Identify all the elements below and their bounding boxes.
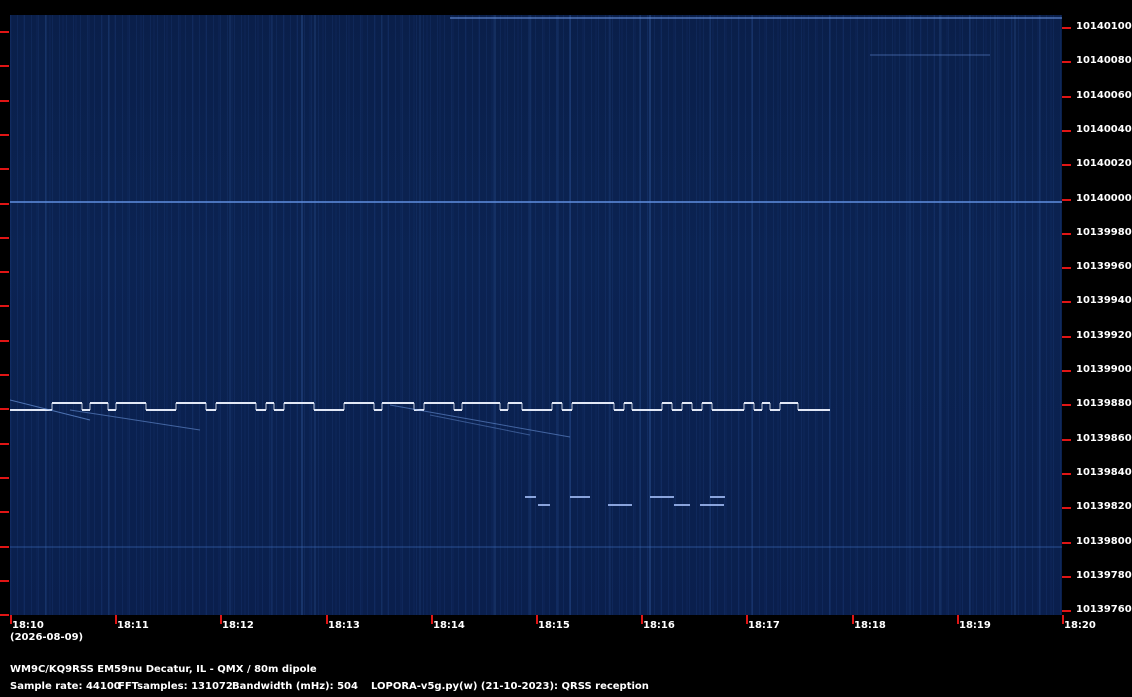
y-tick-mark-right (1062, 404, 1071, 406)
y-tick-mark-right (1062, 267, 1071, 269)
y-tick-mark-right (1062, 576, 1071, 578)
y-tick-label: 10139940 (1076, 295, 1132, 306)
y-tick-label: 10140060 (1076, 90, 1132, 101)
y-tick-mark-left (0, 203, 9, 205)
y-tick-mark-left (0, 237, 9, 239)
y-tick-mark-right (1062, 164, 1071, 166)
y-tick-mark-left (0, 65, 9, 67)
signal-traces (10, 15, 1062, 615)
y-tick-mark-right (1062, 439, 1071, 441)
x-tick-label: 18:20 (1064, 620, 1096, 631)
x-tick-label: 18:16 (643, 620, 675, 631)
y-tick-label: 10139980 (1076, 227, 1132, 238)
y-tick-label: 10139860 (1076, 433, 1132, 444)
y-tick-label: 10139800 (1076, 536, 1132, 547)
y-tick-label: 10139920 (1076, 330, 1132, 341)
y-tick-mark-right (1062, 27, 1071, 29)
x-tick-label: 18:19 (959, 620, 991, 631)
sample-rate: Sample rate: 44100 (10, 681, 121, 692)
y-tick-mark-right (1062, 61, 1071, 63)
y-tick-mark-right (1062, 336, 1071, 338)
x-tick-label: 18:17 (748, 620, 780, 631)
y-tick-label: 10140020 (1076, 158, 1132, 169)
y-tick-mark-left (0, 546, 9, 548)
y-tick-mark-left (0, 408, 9, 410)
y-tick-mark-left (0, 31, 9, 33)
y-tick-mark-left (0, 614, 9, 616)
x-tick-label: 18:14 (433, 620, 465, 631)
y-tick-label: 10140080 (1076, 55, 1132, 66)
y-tick-label: 10139880 (1076, 398, 1132, 409)
y-tick-mark-left (0, 271, 9, 273)
y-tick-mark-right (1062, 473, 1071, 475)
y-tick-mark-left (0, 134, 9, 136)
y-tick-label: 10139820 (1076, 501, 1132, 512)
x-tick-label: 18:12 (222, 620, 254, 631)
y-tick-label: 10139760 (1076, 604, 1132, 615)
x-tick-label: 18:13 (328, 620, 360, 631)
software-version: LOPORA-v5g.py(w) (21-10-2023): QRSS rece… (371, 681, 649, 692)
qrss-grabber-window: 10140100 10140080 10140060 10140040 10140020… (0, 0, 1132, 697)
y-tick-label: 10140040 (1076, 124, 1132, 135)
x-tick-label: 18:11 (117, 620, 149, 631)
y-tick-label: 10139960 (1076, 261, 1132, 272)
date-label: (2026-08-09) (10, 632, 84, 643)
y-tick-mark-right (1062, 301, 1071, 303)
y-tick-mark-right (1062, 199, 1071, 201)
y-tick-mark-right (1062, 370, 1071, 372)
y-tick-mark-right (1062, 507, 1071, 509)
x-tick-label: 18:15 (538, 620, 570, 631)
y-tick-mark-left (0, 443, 9, 445)
y-tick-mark-right (1062, 130, 1071, 132)
y-tick-label: 10139900 (1076, 364, 1132, 375)
y-tick-mark-left (0, 305, 9, 307)
y-tick-mark-left (0, 374, 9, 376)
x-tick-label: 18:18 (854, 620, 886, 631)
y-tick-label: 10139840 (1076, 467, 1132, 478)
y-tick-mark-left (0, 580, 9, 582)
y-tick-mark-right (1062, 96, 1071, 98)
y-tick-label: 10139780 (1076, 570, 1132, 581)
y-tick-mark-left (0, 100, 9, 102)
y-tick-mark-left (0, 340, 9, 342)
drift-trace (429, 414, 531, 436)
x-tick-label: 18:10 (12, 620, 44, 631)
fft-samples: FFTsamples: 131072 (118, 681, 233, 692)
spectrogram-waterfall (10, 15, 1062, 615)
y-tick-mark-left (0, 511, 9, 513)
bandwidth: Bandwidth (mHz): 504 (232, 681, 358, 692)
y-tick-mark-right (1062, 610, 1071, 612)
y-tick-label: 10140100 (1076, 21, 1132, 32)
station-info: WM9C/KQ9RSS EM59nu Decatur, IL - QMX / 8… (10, 664, 317, 675)
y-tick-label: 10140000 (1076, 193, 1132, 204)
y-tick-mark-left (0, 477, 9, 479)
y-tick-mark-left (0, 168, 9, 170)
y-tick-mark-right (1062, 233, 1071, 235)
y-tick-mark-right (1062, 542, 1071, 544)
